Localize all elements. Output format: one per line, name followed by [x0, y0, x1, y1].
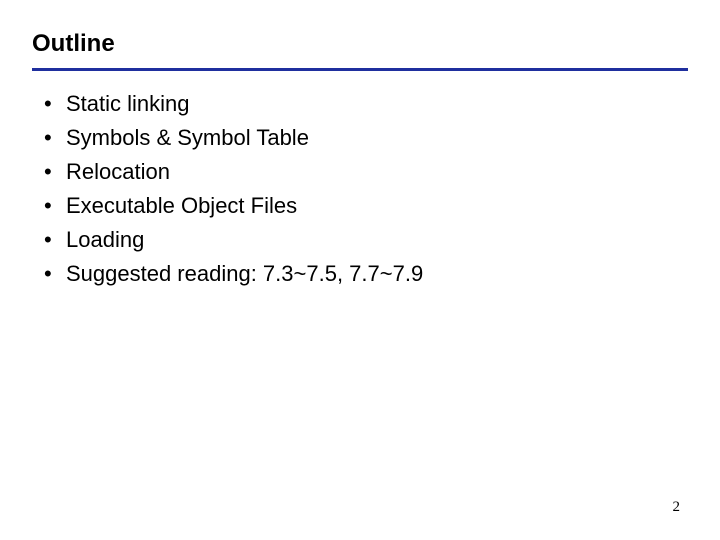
list-item-label: Relocation: [66, 155, 170, 189]
page-number: 2: [673, 499, 681, 516]
outline-list: • Static linking • Symbols & Symbol Tabl…: [32, 87, 688, 292]
slide: Outline • Static linking • Symbols & Sym…: [0, 0, 720, 540]
list-item: • Static linking: [44, 87, 688, 121]
bullet-icon: •: [44, 223, 66, 257]
bullet-icon: •: [44, 155, 66, 189]
bullet-icon: •: [44, 87, 66, 121]
list-item: • Relocation: [44, 155, 688, 189]
bullet-icon: •: [44, 121, 66, 155]
list-item-label: Executable Object Files: [66, 189, 297, 223]
list-item-label: Loading: [66, 223, 144, 257]
title-underline: [32, 68, 688, 71]
list-item: • Loading: [44, 223, 688, 257]
list-item: • Suggested reading: 7.3~7.5, 7.7~7.9: [44, 257, 688, 291]
list-item-label: Symbols & Symbol Table: [66, 121, 309, 155]
list-item-label: Suggested reading: 7.3~7.5, 7.7~7.9: [66, 257, 423, 291]
bullet-icon: •: [44, 189, 66, 223]
list-item: • Executable Object Files: [44, 189, 688, 223]
list-item-label: Static linking: [66, 87, 190, 121]
list-item: • Symbols & Symbol Table: [44, 121, 688, 155]
bullet-icon: •: [44, 257, 66, 291]
slide-title: Outline: [32, 30, 688, 58]
